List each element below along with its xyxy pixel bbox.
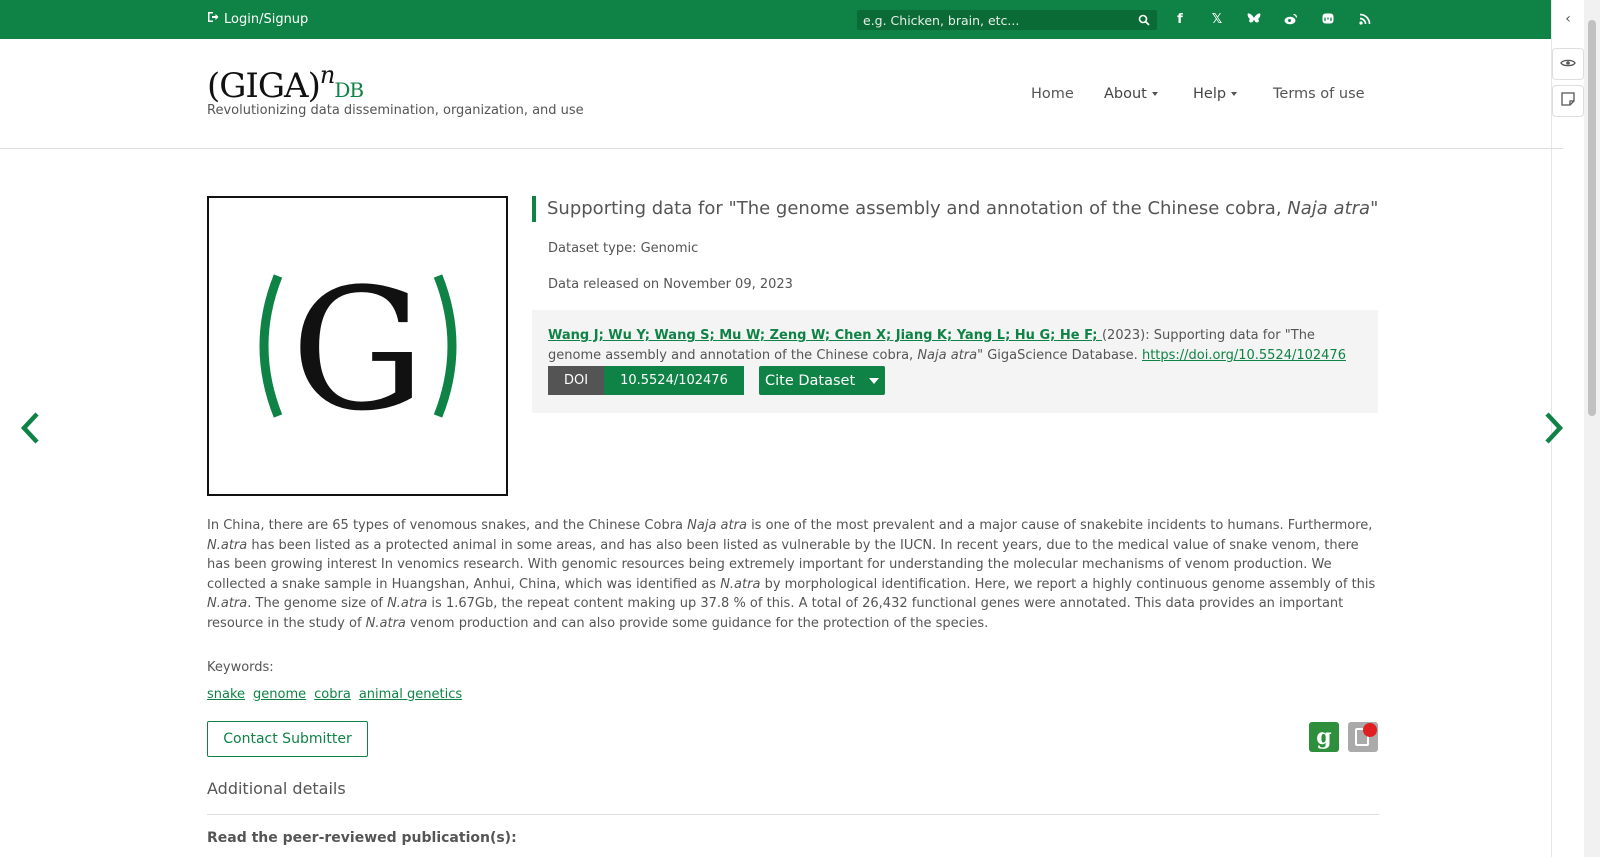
gigascience-icon[interactable]: g <box>1309 722 1339 752</box>
dataset-title: Supporting data for "The genome assembly… <box>532 196 1378 222</box>
release-date: Data released on November 09, 2023 <box>548 277 793 292</box>
doi-badge[interactable]: DOI 10.5524/102476 <box>548 366 744 395</box>
chevron-left-icon: ‹ <box>1565 11 1571 27</box>
top-bar: Login/Signup f 𝕏 <box>0 0 1551 39</box>
facebook-icon[interactable]: f <box>1170 9 1190 29</box>
nav-about[interactable]: About <box>1104 86 1158 102</box>
scrollbar-thumb[interactable] <box>1588 20 1596 416</box>
next-dataset-arrow-icon[interactable] <box>1542 411 1564 454</box>
rss-icon[interactable] <box>1355 9 1375 29</box>
contact-submitter-button[interactable]: Contact Submitter <box>207 721 368 757</box>
keywords-list: snake genome cobra animal genetics <box>207 687 462 702</box>
divider <box>207 814 1379 815</box>
login-signup-link[interactable]: Login/Signup <box>207 11 308 27</box>
giga-g-logo: G <box>259 271 456 421</box>
caret-down-icon <box>869 377 880 384</box>
social-links: f 𝕏 <box>1170 9 1375 29</box>
doi-value: 10.5524/102476 <box>604 366 744 395</box>
x-icon[interactable]: 𝕏 <box>1207 9 1227 29</box>
site-header: (GIGA)nDB Revolutionizing data dissemina… <box>0 39 1563 149</box>
bluesky-icon[interactable] <box>1244 9 1264 29</box>
caret-down-icon <box>1231 92 1238 96</box>
keywords-label: Keywords: <box>207 660 274 675</box>
additional-details-heading: Additional details <box>207 779 346 798</box>
site-tagline: Revolutionizing data dissemination, orga… <box>207 103 584 118</box>
dataset-image: G <box>207 196 508 496</box>
keyword-link[interactable]: snake <box>207 687 245 702</box>
collapse-panel-button[interactable]: ‹ <box>1552 3 1584 35</box>
doi-label: DOI <box>548 366 605 395</box>
previous-dataset-arrow-icon[interactable] <box>20 411 42 454</box>
cite-dataset-label: Cite Dataset <box>765 372 856 389</box>
login-icon <box>207 11 219 27</box>
document-icon[interactable] <box>1348 722 1378 752</box>
nav-terms[interactable]: Terms of use <box>1273 86 1365 102</box>
keyword-link[interactable]: genome <box>253 687 306 702</box>
search-input[interactable] <box>857 12 1131 28</box>
scrollbar[interactable] <box>1584 0 1600 857</box>
note-icon <box>1561 92 1575 110</box>
nav-home[interactable]: Home <box>1031 86 1074 102</box>
peer-reviewed-heading: Read the peer-reviewed publication(s): <box>207 830 517 846</box>
citation-text: Wang J; Wu Y; Wang S; Mu W; Zeng W; Chen… <box>548 328 1346 363</box>
caret-down-icon <box>1151 92 1158 96</box>
gigadb-logo[interactable]: (GIGA)nDB <box>207 61 364 106</box>
search-box <box>857 10 1157 30</box>
weibo-icon[interactable] <box>1281 9 1301 29</box>
dataset-type: Dataset type: Genomic <box>548 241 699 256</box>
dataset-description: In China, there are 65 types of venomous… <box>207 518 1376 631</box>
mastodon-icon[interactable] <box>1318 9 1338 29</box>
keyword-link[interactable]: animal genetics <box>359 687 462 702</box>
svg-text:G: G <box>290 271 424 421</box>
login-label: Login/Signup <box>224 11 309 27</box>
nav-help[interactable]: Help <box>1193 86 1238 102</box>
search-icon[interactable] <box>1131 10 1157 30</box>
keyword-link[interactable]: cobra <box>314 687 351 702</box>
authors-link[interactable]: Wang J; Wu Y; Wang S; Mu W; Zeng W; Chen… <box>548 328 1102 343</box>
citation-box: Wang J; Wu Y; Wang S; Mu W; Zeng W; Chen… <box>532 310 1378 413</box>
doi-url-link[interactable]: https://doi.org/10.5524/102476 <box>1142 348 1346 363</box>
cite-dataset-button[interactable]: Cite Dataset <box>759 366 886 395</box>
